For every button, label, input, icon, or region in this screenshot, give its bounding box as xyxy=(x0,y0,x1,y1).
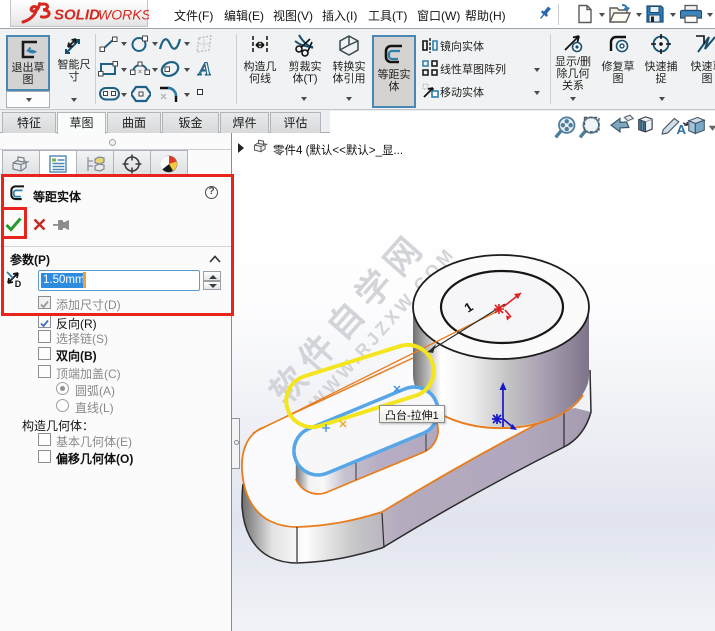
svg-text:WORKS: WORKS xyxy=(98,7,149,23)
svg-text:A: A xyxy=(198,59,212,79)
svg-text:SOLID: SOLID xyxy=(54,7,100,24)
